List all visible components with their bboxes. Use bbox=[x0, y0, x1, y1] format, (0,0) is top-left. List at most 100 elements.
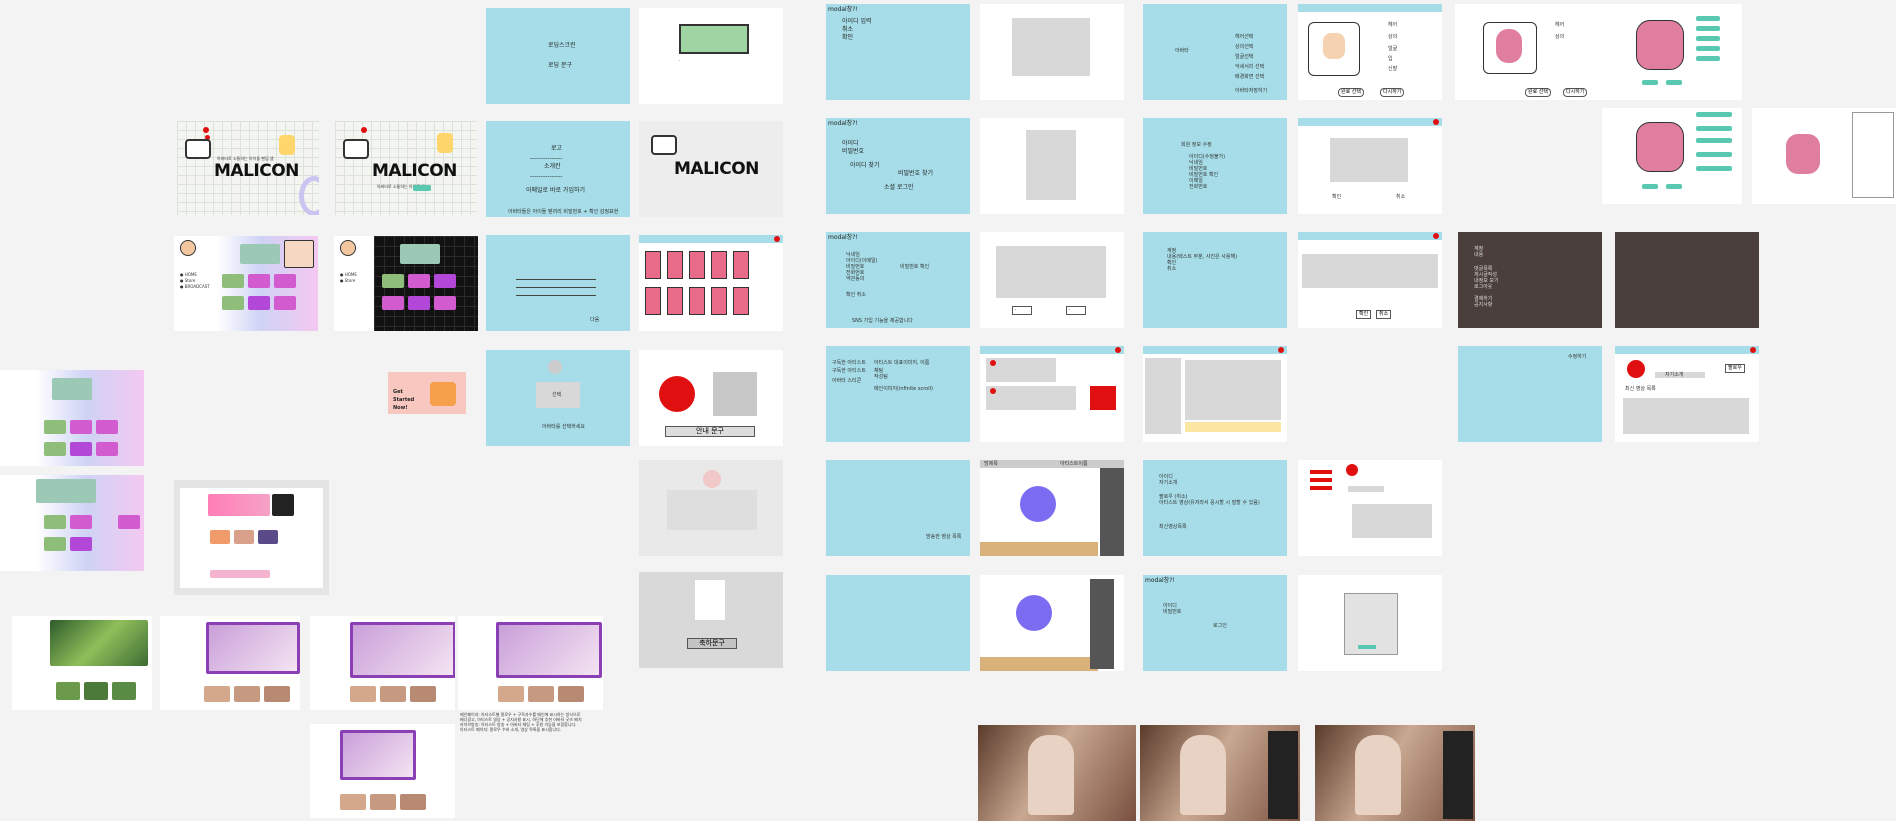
hero-image[interactable] bbox=[272, 494, 294, 516]
start-button[interactable] bbox=[413, 185, 431, 191]
banner-image[interactable] bbox=[36, 479, 96, 503]
reset-button[interactable]: 다시하기 bbox=[1380, 88, 1405, 97]
modal-item[interactable]: 로그인 bbox=[1213, 623, 1227, 630]
confirm-button[interactable]: 확인 bbox=[1356, 310, 1372, 319]
sidebar-item[interactable]: ● Store bbox=[340, 278, 355, 283]
menu-item[interactable]: 내용 bbox=[1474, 252, 1483, 259]
avatar-card[interactable] bbox=[689, 287, 705, 315]
hero-image[interactable] bbox=[350, 622, 455, 678]
thumb[interactable] bbox=[528, 686, 554, 702]
thumb[interactable] bbox=[408, 296, 430, 310]
thumb[interactable] bbox=[56, 682, 80, 700]
thumb[interactable] bbox=[382, 296, 404, 310]
thumb[interactable] bbox=[70, 420, 92, 434]
option-bar[interactable] bbox=[1696, 112, 1732, 117]
thumb[interactable] bbox=[96, 442, 118, 456]
post-card[interactable] bbox=[986, 358, 1056, 382]
option-bar[interactable] bbox=[1696, 56, 1720, 61]
close-icon[interactable] bbox=[1115, 347, 1121, 353]
thumb[interactable] bbox=[434, 274, 456, 288]
thumb[interactable] bbox=[264, 686, 290, 702]
card[interactable] bbox=[210, 530, 230, 544]
thumb[interactable] bbox=[222, 274, 244, 288]
option-bar[interactable] bbox=[1696, 46, 1720, 51]
option-bar[interactable] bbox=[1666, 80, 1682, 85]
done-button[interactable]: 완료 선택 bbox=[1525, 88, 1551, 97]
thumb[interactable] bbox=[234, 686, 260, 702]
option-bar[interactable] bbox=[1642, 184, 1658, 189]
hero-image[interactable] bbox=[50, 620, 148, 666]
avatar-card[interactable] bbox=[733, 287, 749, 315]
thumb[interactable] bbox=[44, 537, 66, 551]
thumb[interactable] bbox=[274, 296, 296, 310]
close-icon[interactable] bbox=[1750, 347, 1756, 353]
thumb[interactable] bbox=[382, 274, 404, 288]
modal-item[interactable]: 아이디 찾기 bbox=[850, 162, 880, 170]
thumb[interactable] bbox=[434, 296, 456, 310]
signup-link[interactable]: 이메일로 바로 가입하기 bbox=[526, 187, 585, 195]
close-icon[interactable] bbox=[1433, 233, 1439, 239]
thumb[interactable] bbox=[70, 442, 92, 456]
option-bar[interactable] bbox=[1642, 80, 1658, 85]
modal-item[interactable]: 소셜 로그인 bbox=[884, 184, 914, 192]
option-bar[interactable] bbox=[1696, 152, 1732, 157]
menu-item[interactable]: 공지사항 bbox=[1474, 302, 1492, 309]
thumb[interactable] bbox=[112, 682, 136, 700]
thumb[interactable] bbox=[96, 420, 118, 434]
card[interactable] bbox=[258, 530, 278, 544]
thumb[interactable] bbox=[340, 794, 366, 810]
card[interactable] bbox=[234, 530, 254, 544]
thumb[interactable] bbox=[558, 686, 584, 702]
sidebar-item[interactable]: ● BROADCAST bbox=[180, 284, 210, 289]
thumb[interactable] bbox=[350, 686, 376, 702]
sidebar-item[interactable]: ● HOME bbox=[340, 272, 357, 277]
thumb[interactable] bbox=[70, 515, 92, 529]
reset-button[interactable]: 다시하기 bbox=[1563, 88, 1588, 97]
avatar-card[interactable] bbox=[689, 251, 705, 279]
avatar-card[interactable] bbox=[645, 287, 661, 315]
close-icon[interactable] bbox=[1278, 347, 1284, 353]
modal-item[interactable]: 취소 bbox=[842, 26, 853, 34]
hero-image[interactable] bbox=[496, 622, 602, 678]
thumb[interactable] bbox=[204, 686, 230, 702]
form-button[interactable]: · bbox=[1012, 306, 1032, 315]
option-bar[interactable] bbox=[1666, 184, 1682, 189]
thumb[interactable] bbox=[400, 794, 426, 810]
follow-button[interactable]: 팔로우 bbox=[1725, 364, 1745, 373]
thumb[interactable] bbox=[248, 296, 270, 310]
modal-item[interactable]: 비밀번호 찾기 bbox=[898, 170, 933, 178]
done-button[interactable]: 완료 선택 bbox=[1338, 88, 1364, 97]
thumb[interactable] bbox=[118, 515, 140, 529]
thumb[interactable] bbox=[408, 274, 430, 288]
thumb[interactable] bbox=[410, 686, 436, 702]
thumb[interactable] bbox=[44, 442, 66, 456]
thumb[interactable] bbox=[248, 274, 270, 288]
thumb[interactable] bbox=[70, 537, 92, 551]
next-button[interactable]: 다음 bbox=[590, 317, 599, 324]
form-button[interactable]: · bbox=[1066, 306, 1086, 315]
modal-item[interactable]: 확인 취소 bbox=[846, 292, 866, 299]
avatar-card[interactable] bbox=[733, 251, 749, 279]
thumb[interactable] bbox=[44, 515, 66, 529]
cancel-button[interactable]: 취소 bbox=[1396, 194, 1405, 201]
hero-image[interactable] bbox=[340, 730, 416, 780]
post-card[interactable] bbox=[986, 386, 1076, 410]
thumb[interactable] bbox=[44, 420, 66, 434]
dropdown-menu[interactable] bbox=[1852, 112, 1894, 198]
close-icon[interactable] bbox=[1433, 119, 1439, 125]
avatar-card[interactable] bbox=[667, 251, 683, 279]
banner-image[interactable] bbox=[400, 244, 440, 264]
modal-item[interactable]: 확인 bbox=[842, 34, 853, 42]
thumb[interactable] bbox=[222, 296, 244, 310]
sidebar-item[interactable]: ● HOME bbox=[180, 272, 197, 277]
hero-image[interactable] bbox=[206, 622, 300, 674]
cancel-button[interactable]: 취소 bbox=[1376, 310, 1392, 319]
menu-item[interactable]: 로그아웃 bbox=[1474, 284, 1492, 291]
option-bar[interactable] bbox=[1696, 26, 1720, 31]
banner-image[interactable] bbox=[52, 378, 92, 400]
avatar-card[interactable] bbox=[711, 251, 727, 279]
option-bar[interactable] bbox=[1696, 126, 1732, 131]
avatar-card[interactable] bbox=[667, 287, 683, 315]
sidebar-item[interactable]: ● Store bbox=[180, 278, 195, 283]
card[interactable] bbox=[210, 570, 270, 578]
